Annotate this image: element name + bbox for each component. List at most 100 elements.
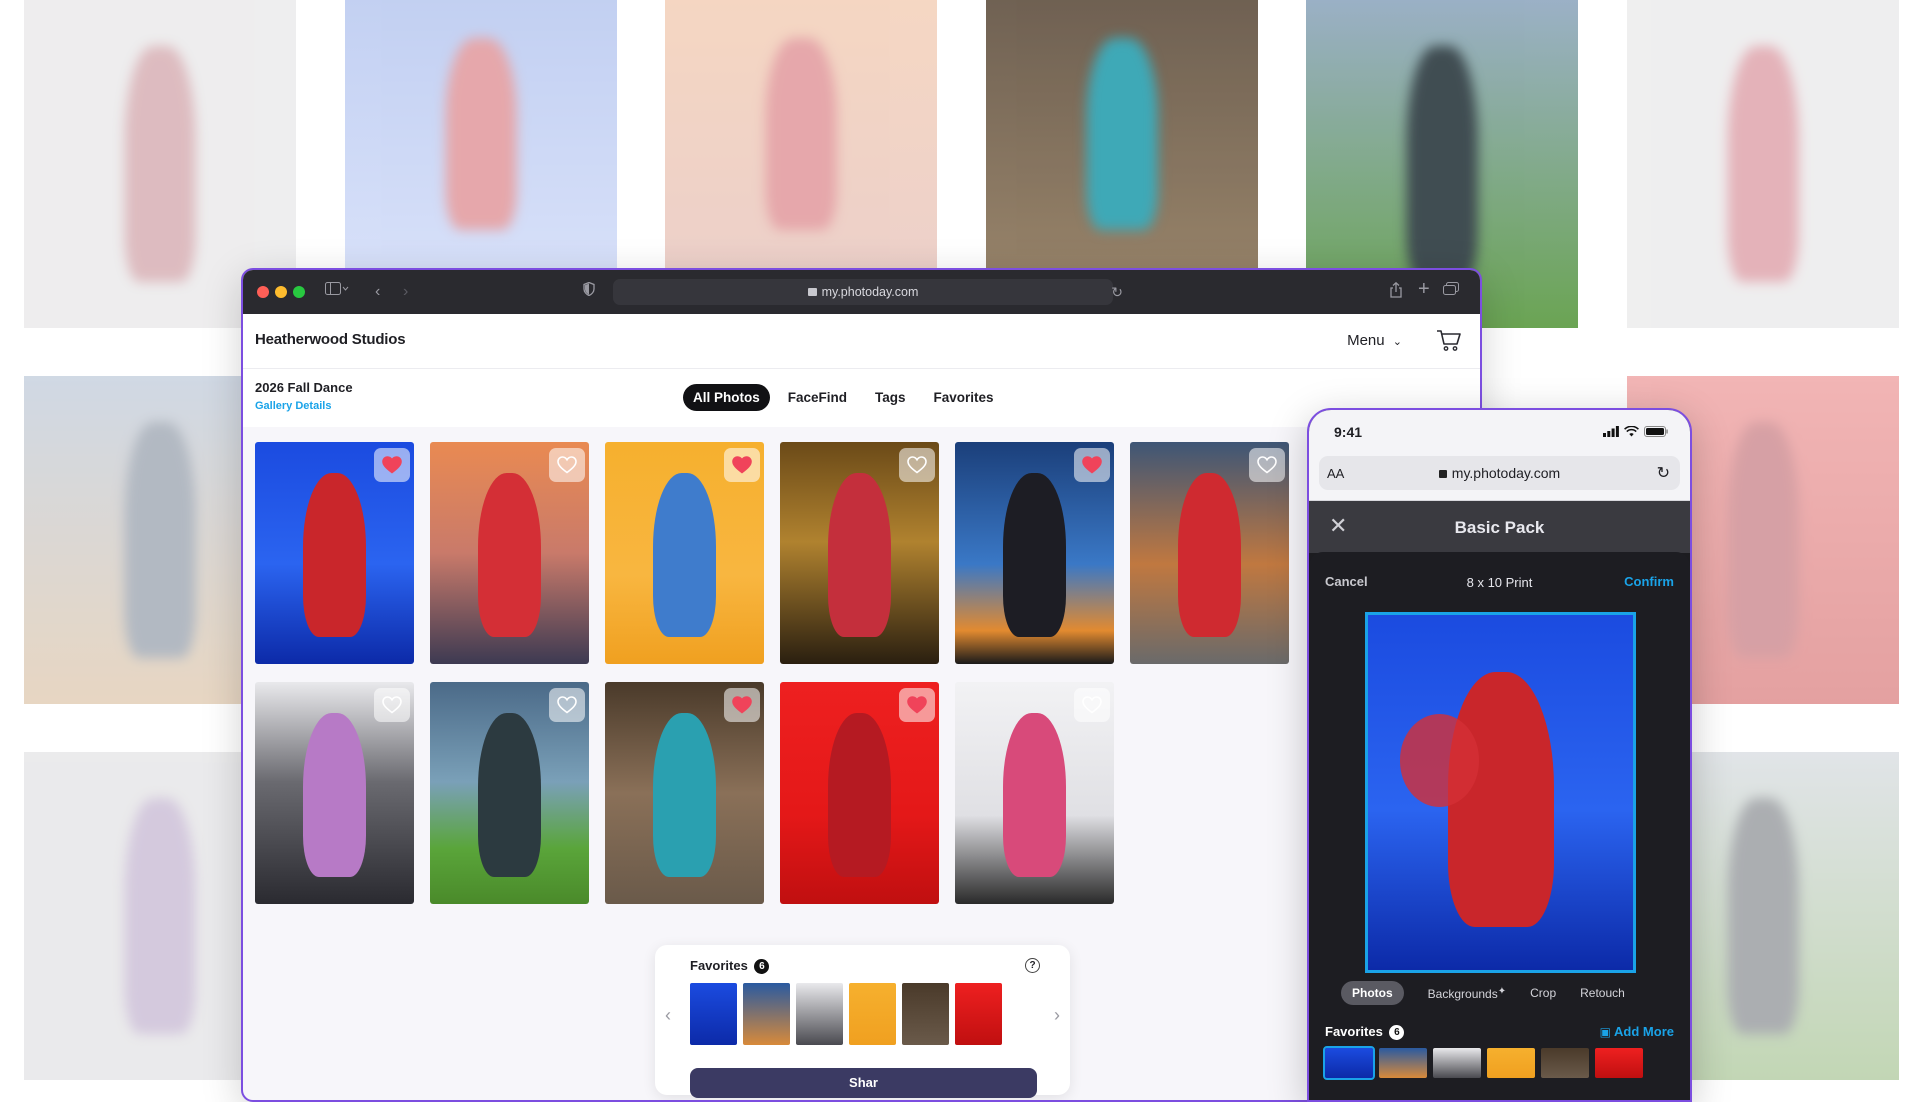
dancer-figure	[477, 713, 542, 878]
photo-card[interactable]	[605, 682, 764, 904]
favorite-thumbnail[interactable]	[1595, 1048, 1643, 1078]
address-bar[interactable]: my.photoday.com ↻	[613, 279, 1123, 305]
chevron-right-icon[interactable]: ›	[1054, 1005, 1060, 1026]
share-button[interactable]: Shar	[690, 1068, 1037, 1098]
chevron-left-icon[interactable]: ‹	[665, 1005, 671, 1026]
heart-icon	[1257, 456, 1277, 474]
wifi-icon	[1624, 426, 1639, 437]
confirm-button[interactable]: Confirm	[1624, 574, 1674, 589]
favorite-thumbnail[interactable]	[796, 983, 843, 1045]
maximize-window-button[interactable]	[293, 286, 305, 298]
heart-icon	[382, 696, 402, 714]
favorite-thumbnail[interactable]	[1323, 1046, 1375, 1080]
favorite-toggle[interactable]	[899, 688, 935, 722]
favorite-toggle[interactable]	[1074, 688, 1110, 722]
phone-address-bar[interactable]: AA my.photoday.com ↻	[1309, 452, 1690, 501]
photo-card[interactable]	[780, 442, 939, 664]
sidebar-toggle-icon[interactable]	[325, 282, 349, 302]
dancer-figure	[827, 473, 892, 638]
gallery-details-link[interactable]: Gallery Details	[255, 400, 331, 412]
photo-card[interactable]	[255, 682, 414, 904]
background-photo	[665, 0, 937, 268]
tool-backgrounds-label: Backgrounds	[1427, 986, 1498, 1001]
heart-icon	[1082, 696, 1102, 714]
favorite-thumbnail[interactable]	[1433, 1048, 1481, 1078]
favorite-thumbnail[interactable]	[690, 983, 737, 1045]
photo-card[interactable]	[780, 682, 939, 904]
favorites-count-badge: 6	[754, 959, 770, 974]
menu-button[interactable]: Menu ⌄	[1347, 332, 1402, 349]
favorite-toggle[interactable]	[374, 448, 410, 482]
favorite-thumbnail[interactable]	[955, 983, 1002, 1045]
site-header: Heatherwood Studios Menu ⌄	[243, 314, 1480, 369]
reload-icon[interactable]: ↻	[1657, 463, 1670, 483]
photo-card[interactable]	[605, 442, 764, 664]
phone-url-text: my.photoday.com	[1451, 465, 1561, 481]
cart-icon[interactable]	[1436, 328, 1462, 352]
tool-crop[interactable]: Crop	[1530, 986, 1556, 1000]
crop-preview[interactable]	[1365, 612, 1636, 973]
gallery-header: 2026 Fall Dance Gallery Details All Phot…	[243, 369, 1480, 427]
favorite-toggle[interactable]	[724, 448, 760, 482]
share-icon[interactable]	[1389, 281, 1403, 304]
tool-retouch[interactable]: Retouch	[1580, 986, 1625, 1000]
minimize-window-button[interactable]	[275, 286, 287, 298]
dancer-figure	[1447, 671, 1554, 928]
favorites-thumbnails	[690, 983, 1002, 1045]
favorite-toggle[interactable]	[374, 688, 410, 722]
help-icon[interactable]: ?	[1025, 958, 1040, 973]
shield-icon[interactable]	[583, 281, 595, 302]
add-more-button[interactable]: ▣ Add More	[1600, 1024, 1674, 1039]
address-text: my.photoday.com	[821, 285, 919, 299]
new-tab-icon[interactable]: +	[1418, 279, 1430, 299]
heart-icon	[557, 696, 577, 714]
dancer-skirt	[1399, 714, 1480, 807]
photo-card[interactable]	[430, 442, 589, 664]
favorite-thumbnail[interactable]	[1379, 1048, 1427, 1078]
favorite-toggle[interactable]	[724, 688, 760, 722]
battery-icon	[1644, 426, 1668, 437]
menu-label: Menu	[1347, 332, 1385, 349]
photo-card[interactable]	[255, 442, 414, 664]
gallery-tabs: All Photos FaceFind Tags Favorites	[683, 384, 1004, 411]
chevron-down-icon: ⌄	[1392, 336, 1402, 348]
tool-backgrounds[interactable]: Backgrounds✦	[1428, 986, 1506, 1001]
dancer-figure	[827, 713, 892, 878]
status-bar: 9:41	[1309, 410, 1690, 452]
favorite-thumbnail[interactable]	[902, 983, 949, 1045]
reload-icon[interactable]: ↻	[1111, 279, 1123, 305]
photo-card[interactable]	[955, 442, 1114, 664]
tab-all-photos[interactable]: All Photos	[683, 384, 770, 411]
tool-photos[interactable]: Photos	[1341, 981, 1404, 1005]
crop-sheet: Cancel 8 x 10 Print Confirm Photos Backg…	[1309, 552, 1690, 1100]
favorites-label: Favorites	[690, 958, 748, 973]
close-window-button[interactable]	[257, 286, 269, 298]
forward-icon[interactable]: ›	[403, 282, 408, 302]
dancer-figure	[302, 473, 367, 638]
browser-toolbar: ‹ › my.photoday.com ↻ +	[243, 270, 1480, 314]
photo-card[interactable]	[430, 682, 589, 904]
modal-title: Basic Pack	[1454, 518, 1545, 537]
back-icon[interactable]: ‹	[375, 282, 380, 302]
tab-tags[interactable]: Tags	[865, 384, 916, 411]
photo-card[interactable]	[1130, 442, 1289, 664]
favorite-thumbnail[interactable]	[1541, 1048, 1589, 1078]
favorite-toggle[interactable]	[549, 448, 585, 482]
tab-overview-icon[interactable]	[1443, 282, 1459, 302]
photo-card[interactable]	[955, 682, 1114, 904]
favorite-toggle[interactable]	[1249, 448, 1285, 482]
heart-icon	[907, 696, 927, 714]
dancer-figure	[652, 713, 717, 878]
favorite-thumbnail[interactable]	[1487, 1048, 1535, 1078]
favorite-thumbnail[interactable]	[743, 983, 790, 1045]
heart-icon	[732, 696, 752, 714]
dancer-figure	[477, 473, 542, 638]
sparkle-icon: ✦	[1497, 985, 1507, 997]
favorite-toggle[interactable]	[1074, 448, 1110, 482]
favorite-toggle[interactable]	[899, 448, 935, 482]
tab-favorites[interactable]: Favorites	[924, 384, 1004, 411]
favorite-toggle[interactable]	[549, 688, 585, 722]
tab-facefind[interactable]: FaceFind	[778, 384, 857, 411]
studio-name[interactable]: Heatherwood Studios	[255, 331, 406, 348]
favorite-thumbnail[interactable]	[849, 983, 896, 1045]
